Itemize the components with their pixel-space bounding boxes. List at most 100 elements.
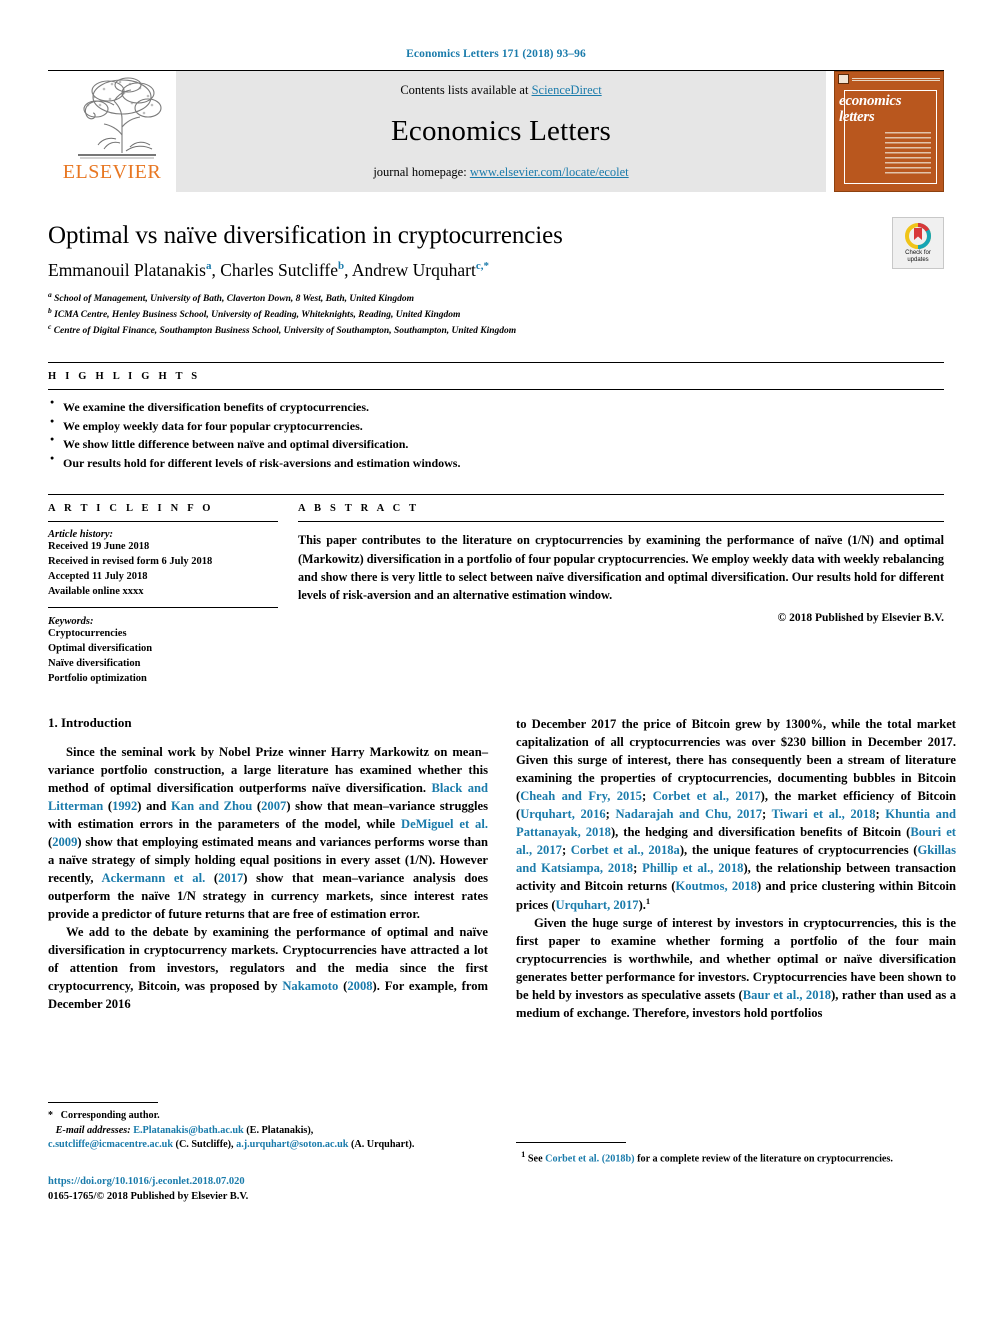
sciencedirect-link[interactable]: ScienceDirect [532, 83, 602, 97]
crossmark-label: Check for updates [905, 250, 931, 264]
citation-black-litterman-year[interactable]: 1992 [112, 799, 137, 813]
doi-link[interactable]: https://doi.org/10.1016/j.econlet.2018.0… [48, 1176, 245, 1187]
citation-phillip[interactable]: Phillip et al., 2018 [642, 861, 743, 875]
citation-corbet-2018b[interactable]: Corbet et al. (2018b) [545, 1153, 634, 1164]
footnote-1-number: 1 [521, 1148, 526, 1159]
abstract-text: This paper contributes to the literature… [298, 533, 944, 603]
body-columns: 1. Introduction Since the seminal work b… [48, 715, 956, 1205]
footnote-rule-right [516, 1141, 626, 1143]
citation-nakamoto-year[interactable]: 2008 [347, 979, 372, 993]
citation-demiguel[interactable]: DeMiguel et al. [401, 817, 488, 831]
journal-cover-image: economics letters [834, 71, 944, 192]
author-2-sep: , [344, 260, 352, 280]
elsevier-tree-icon [78, 77, 162, 159]
article-info-rule-mid [48, 606, 278, 608]
citation-ackermann-year[interactable]: 2017 [218, 871, 243, 885]
affiliation-a: a School of Management, University of Ba… [48, 290, 944, 306]
corresponding-author-mark: * [48, 1110, 53, 1122]
journal-masthead: ELSEVIER Contents lists available at Sci… [48, 70, 944, 192]
info-abstract-section: A R T I C L E I N F O Article history: R… [48, 494, 944, 686]
footnote-ref-1[interactable]: 1 [646, 896, 650, 906]
journal-homepage-line: journal homepage: www.elsevier.com/locat… [373, 165, 628, 180]
paragraph-intro-3: to December 2017 the price of Bitcoin gr… [516, 716, 957, 912]
affiliation-b-text: ICMA Centre, Henley Business School, Uni… [54, 310, 461, 321]
crossmark-ring-icon [905, 222, 931, 249]
affiliation-a-text: School of Management, University of Bath… [54, 294, 415, 305]
crossmark-label-line-1: Check for [905, 249, 931, 256]
abstract-panel: A B S T R A C T This paper contributes t… [298, 503, 944, 686]
article-history-label: Article history: [48, 529, 114, 541]
crossmark-badge[interactable]: Check for updates [892, 217, 944, 269]
cover-contents-lines [885, 132, 931, 177]
title-block: Optimal vs naïve diversification in cryp… [48, 217, 944, 338]
cover-publisher-mark [838, 74, 849, 84]
keyword-item: Cryptocurrencies [48, 627, 127, 639]
keywords-label: Keywords: [48, 615, 94, 627]
footnote-1: 1 See Corbet et al. (2018b) for a comple… [516, 1149, 956, 1167]
citation-baur[interactable]: Baur et al., 2018 [743, 988, 831, 1002]
list-item: We employ weekly data for four popular c… [48, 416, 944, 436]
citation-demiguel-year[interactable]: 2009 [52, 835, 77, 849]
citation-tiwari[interactable]: Tiwari et al., 2018 [772, 807, 876, 821]
citation-cheah-fry[interactable]: Cheah and Fry, 2015 [520, 789, 642, 803]
cover-header-text [852, 77, 940, 81]
affiliation-b-mark: b [48, 305, 52, 315]
affiliation-c-mark: c [48, 321, 52, 331]
author-2: Charles Sutcliffeb, [220, 260, 352, 280]
keywords-block: Keywords: Cryptocurrencies Optimal diver… [48, 616, 272, 687]
list-item: We show little difference between naïve … [48, 434, 944, 454]
cover-title: economics letters [839, 93, 902, 126]
article-history-online: Available online xxxx [48, 586, 144, 597]
author-3-affil-mark: c,* [475, 260, 489, 273]
citation-urquhart-2016[interactable]: Urquhart, 2016 [520, 807, 605, 821]
email-link-sutcliffe[interactable]: c.sutcliffe@icmacentre.ac.uk [48, 1139, 173, 1150]
contents-prefix: Contents lists available at [400, 83, 532, 97]
citation-corbet-2018a[interactable]: Corbet et al., 2018a [571, 843, 680, 857]
crossmark-label-line-2: updates [907, 256, 929, 263]
abstract-copyright: © 2018 Published by Elsevier B.V. [777, 612, 944, 625]
highlights-rule [48, 388, 944, 390]
email-link-platanakis[interactable]: E.Platanakis@bath.ac.uk [133, 1125, 244, 1136]
author-3-name: Andrew Urquhart [351, 260, 476, 280]
article-history-accepted: Accepted 11 July 2018 [48, 571, 148, 583]
crossmark-icon [905, 222, 931, 249]
citation-nadarajah-chu[interactable]: Nadarajah and Chu, 2017 [615, 807, 762, 821]
corresponding-author-note: * Corresponding author. [48, 1109, 488, 1123]
email-link-urquhart[interactable]: a.j.urquhart@soton.ac.uk [236, 1139, 348, 1150]
article-history-revised: Received in revised form 6 July 2018 [48, 556, 213, 568]
keyword-item: Portfolio optimization [48, 672, 147, 684]
author-1: Emmanouil Platanakisa, [48, 260, 220, 280]
homepage-prefix: journal homepage: [373, 165, 470, 179]
paragraph-intro-2: We add to the debate by examining the pe… [48, 924, 488, 1011]
journal-cover: economics letters [826, 71, 944, 192]
article-info-rule-top [48, 521, 278, 523]
citation-kan-zhou-year[interactable]: 2007 [261, 799, 286, 813]
citation-ackermann[interactable]: Ackermann et al. [102, 871, 206, 885]
cover-title-line-1: economics [839, 93, 902, 109]
section-title-introduction: 1. Introduction [48, 714, 132, 730]
affiliation-c: c Centre of Digital Finance, Southampton… [48, 322, 944, 338]
journal-banner: Contents lists available at ScienceDirec… [176, 71, 826, 192]
keyword-item: Naïve diversification [48, 657, 141, 669]
body-column-left: 1. Introduction Since the seminal work b… [48, 715, 488, 1205]
email-owner-sutcliffe: (C. Sutcliffe), [175, 1138, 234, 1150]
author-1-name: Emmanouil Platanakis [48, 260, 206, 280]
citation-urquhart-2017[interactable]: Urquhart, 2017 [556, 898, 639, 912]
elsevier-wordmark: ELSEVIER [62, 161, 162, 183]
citation-koutmos[interactable]: Koutmos, 2018 [675, 879, 757, 893]
highlights-section: H I G H L I G H T S We examine the diver… [48, 361, 944, 472]
footnote-1-post: for a complete review of the literature … [634, 1153, 893, 1165]
journal-homepage-link[interactable]: www.elsevier.com/locate/ecolet [470, 165, 629, 179]
citation-kan-zhou[interactable]: Kan and Zhou [171, 799, 252, 813]
cover-header-strip [835, 72, 943, 86]
affiliation-c-text: Centre of Digital Finance, Southampton B… [53, 326, 517, 337]
citation-nakamoto[interactable]: Nakamoto [282, 979, 338, 993]
citation-corbet-2017[interactable]: Corbet et al., 2017 [653, 789, 761, 803]
corresponding-author-text: Corresponding author. [60, 1110, 160, 1122]
affiliation-list: a School of Management, University of Ba… [48, 290, 944, 338]
cover-title-line-2: letters [839, 108, 875, 125]
keyword-item: Optimal diversification [48, 642, 153, 654]
body-column-right: to December 2017 the price of Bitcoin gr… [516, 715, 956, 1205]
article-info-panel: A R T I C L E I N F O Article history: R… [48, 503, 298, 686]
paper-page: Economics Letters 171 (2018) 93–96 ELSEV… [0, 0, 992, 1323]
